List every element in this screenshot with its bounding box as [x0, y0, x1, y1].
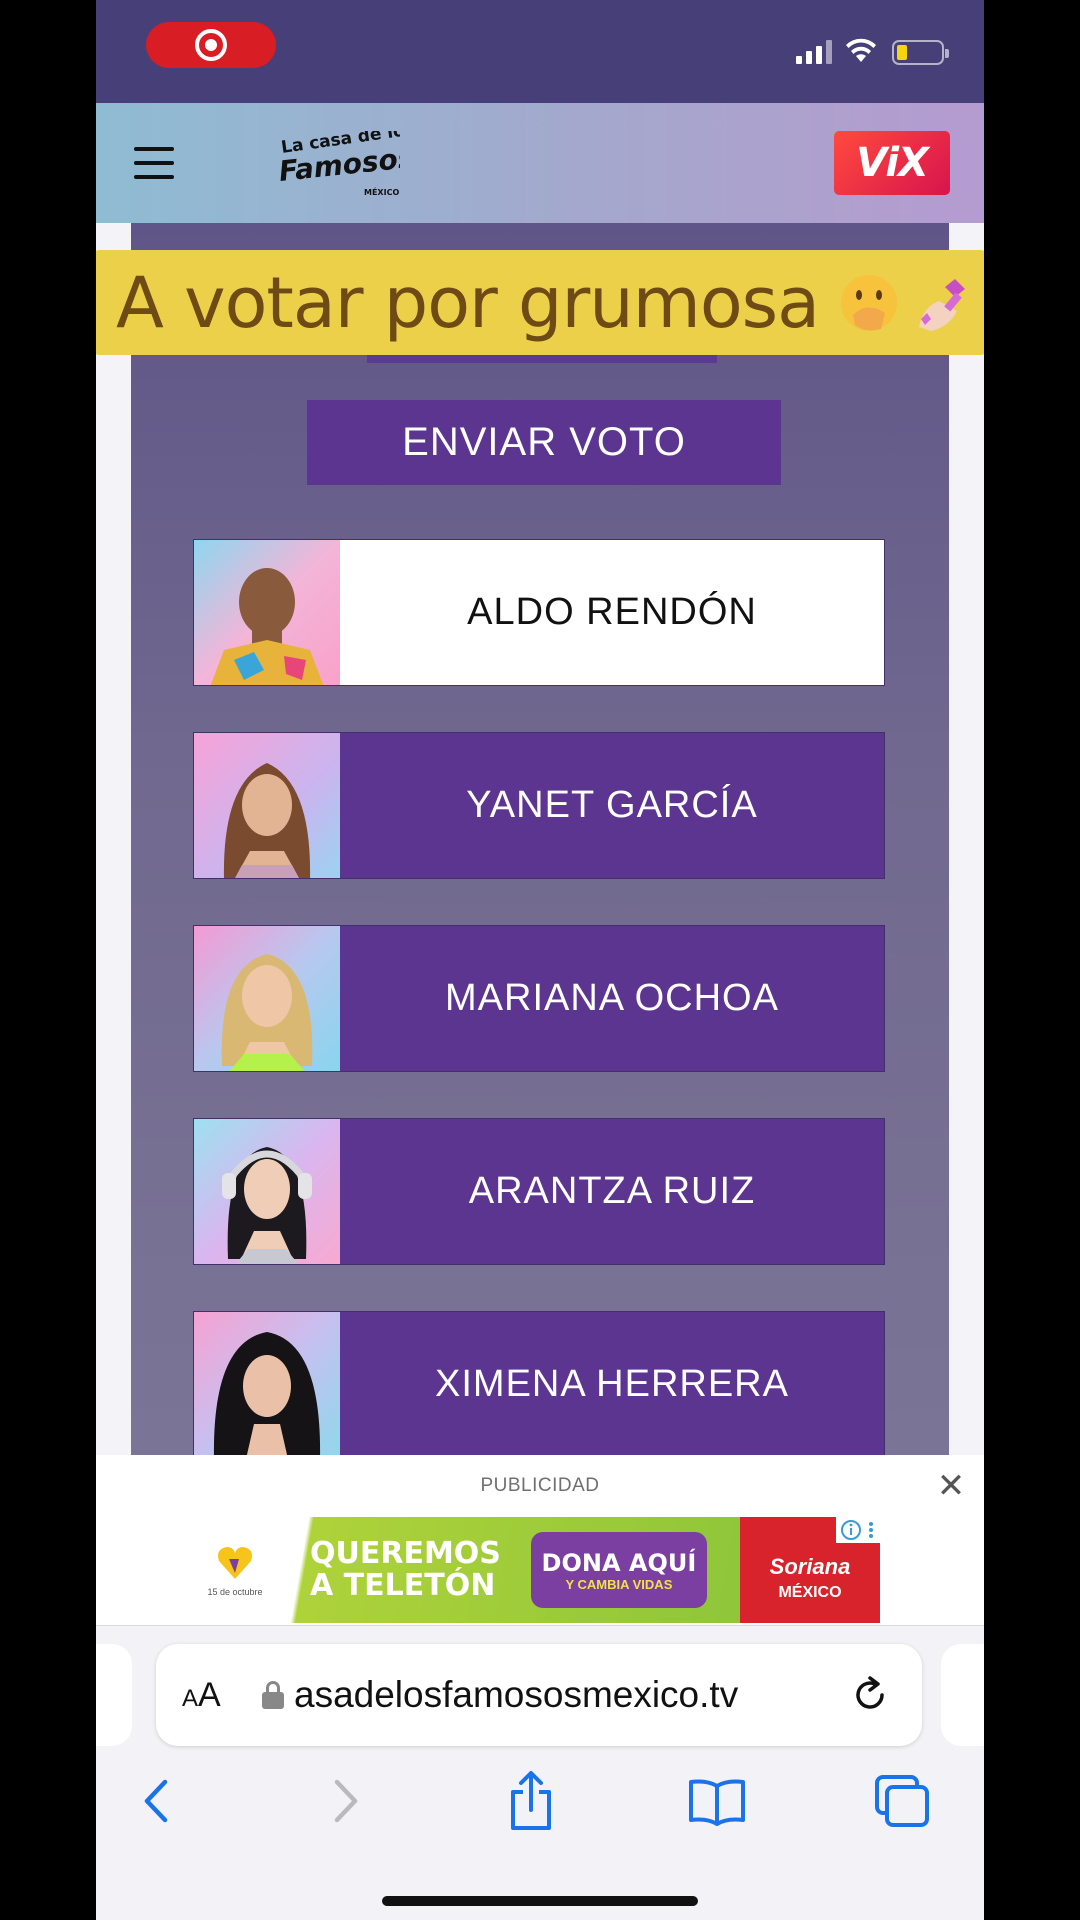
- contestant-photo: [194, 540, 340, 685]
- vix-logo[interactable]: ViX: [834, 131, 950, 195]
- nail-polish-icon: [919, 278, 966, 331]
- share-button[interactable]: [496, 1766, 566, 1836]
- page-settings-button[interactable]: AA: [182, 1676, 242, 1715]
- tabs-button[interactable]: [868, 1766, 938, 1836]
- ad-area: PUBLICIDAD ✕ 15 de octubre QUEREMOS A TE…: [96, 1455, 984, 1625]
- ad-date: 15 de octubre: [207, 1587, 263, 1597]
- ad-donate-button[interactable]: DONA AQUÍ Y CAMBIA VIDAS: [530, 1532, 707, 1608]
- ad-close-button[interactable]: ✕: [934, 1469, 968, 1503]
- contestant-option-mariana-ochoa[interactable]: MARIANA OCHOA: [193, 925, 885, 1072]
- site-header: La casa de los Famosos MÉXICO ViX: [96, 103, 984, 223]
- page-content: ENVIAR VOTO ALDO RENDÓN YANET GARCÍA MAR…: [96, 223, 984, 1455]
- reload-icon[interactable]: [848, 1673, 892, 1717]
- contestant-option-ximena-herrera[interactable]: XIMENA HERRERA: [193, 1311, 885, 1455]
- address-bar[interactable]: AA asadelosfamososmexico.tv: [156, 1644, 922, 1746]
- ad-choices[interactable]: [836, 1517, 880, 1543]
- battery-icon: [892, 40, 949, 65]
- contestant-name: ARANTZA RUIZ: [340, 1119, 884, 1264]
- vote-panel: ENVIAR VOTO ALDO RENDÓN YANET GARCÍA MAR…: [131, 223, 949, 1455]
- info-icon[interactable]: [840, 1519, 862, 1541]
- contestant-photo: [194, 733, 340, 878]
- browser-nav-toolbar: [96, 1766, 984, 1856]
- svg-text:MÉXICO: MÉXICO: [364, 186, 399, 197]
- contestant-name: ALDO RENDÓN: [340, 540, 884, 685]
- contestant-photo: [194, 1119, 340, 1264]
- contestant-option-yanet-garcia[interactable]: YANET GARCÍA: [193, 732, 885, 879]
- caption-emojis: [837, 271, 973, 335]
- face-with-hand-over-mouth-icon: [841, 274, 898, 331]
- back-button[interactable]: [122, 1766, 192, 1836]
- lock-icon: [262, 1681, 284, 1709]
- contestant-photo: [194, 926, 340, 1071]
- ad-label: PUBLICIDAD: [480, 1475, 600, 1496]
- tabs-icon: [875, 1775, 929, 1827]
- share-icon: [511, 1771, 551, 1830]
- contestant-name: XIMENA HERRERA: [340, 1312, 884, 1455]
- home-indicator[interactable]: [382, 1896, 698, 1906]
- chevron-right-icon: [334, 1779, 358, 1823]
- previous-tab-preview[interactable]: [96, 1644, 132, 1746]
- video-caption-overlay: A votar por grumosa: [96, 250, 984, 355]
- heart-icon: [218, 1547, 252, 1579]
- teleton-ad-banner[interactable]: 15 de octubre QUEREMOS A TELETÓN DONA AQ…: [200, 1517, 880, 1623]
- screen-recording-indicator[interactable]: [146, 22, 276, 68]
- phone-screen: La casa de los Famosos MÉXICO ViX ENVIAR…: [96, 0, 984, 1920]
- caption-text: A votar por grumosa: [116, 261, 820, 344]
- book-icon: [689, 1779, 745, 1826]
- ad-message: QUEREMOS A TELETÓN DONA AQUÍ Y CAMBIA VI…: [270, 1517, 740, 1623]
- chevron-left-icon: [144, 1779, 168, 1823]
- submit-vote-button[interactable]: ENVIAR VOTO: [307, 400, 781, 485]
- contestant-name: MARIANA OCHOA: [340, 926, 884, 1071]
- url-text[interactable]: asadelosfamososmexico.tv: [294, 1674, 834, 1716]
- ad-headline: QUEREMOS A TELETÓN: [310, 1536, 501, 1603]
- status-bar: [96, 0, 984, 103]
- soriana-logo: Soriana MÉXICO: [740, 1517, 880, 1623]
- teleton-logo: 15 de octubre: [200, 1517, 270, 1623]
- contestant-name: YANET GARCÍA: [340, 733, 884, 878]
- cellular-signal-icon: [796, 40, 832, 64]
- more-options-icon[interactable]: [866, 1519, 876, 1541]
- safari-toolbar: AA asadelosfamososmexico.tv: [96, 1625, 984, 1920]
- forward-button[interactable]: [310, 1766, 380, 1836]
- next-tab-preview[interactable]: [941, 1644, 984, 1746]
- bookmarks-button[interactable]: [682, 1766, 752, 1836]
- wifi-icon: [846, 38, 876, 62]
- la-casa-de-los-famosos-logo[interactable]: La casa de los Famosos MÉXICO: [280, 131, 400, 199]
- menu-icon[interactable]: [134, 147, 174, 179]
- contestant-photo: [194, 1312, 340, 1455]
- record-icon: [195, 29, 227, 61]
- contestant-option-arantza-ruiz[interactable]: ARANTZA RUIZ: [193, 1118, 885, 1265]
- contestant-option-aldo-rendon[interactable]: ALDO RENDÓN: [193, 539, 885, 686]
